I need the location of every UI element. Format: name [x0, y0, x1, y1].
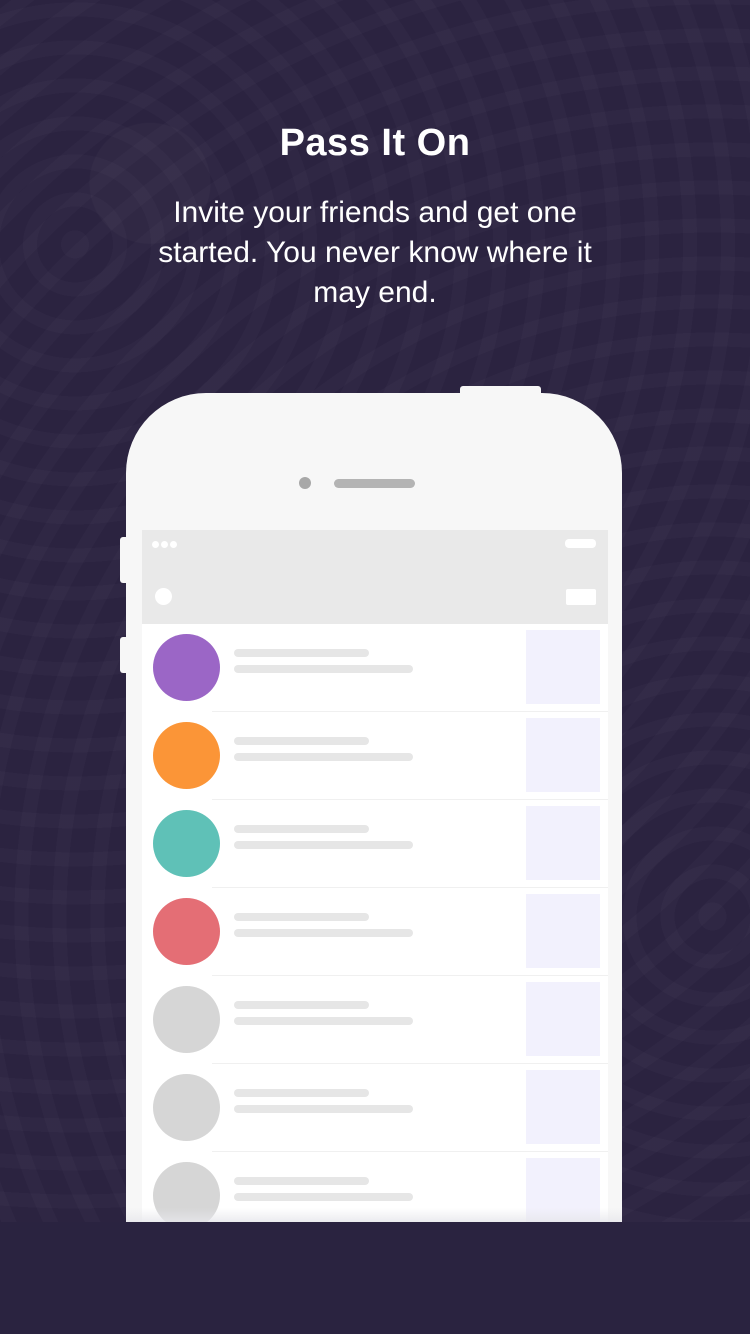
- avatar: [153, 1074, 220, 1141]
- phone-bottom-fade: [126, 1208, 622, 1222]
- nav-bar: [142, 560, 608, 624]
- page-title: Pass It On: [279, 122, 471, 164]
- nav-action-icon: [566, 589, 596, 605]
- list-item: [142, 1064, 608, 1152]
- list-item: [142, 888, 608, 976]
- thumbnail-placeholder: [526, 630, 600, 704]
- phone-screen: [142, 530, 608, 1222]
- thumbnail-placeholder: [526, 982, 600, 1056]
- list-item: [142, 800, 608, 888]
- thumbnail-placeholder: [526, 806, 600, 880]
- battery-icon: [565, 539, 596, 548]
- placeholder-title-line: [234, 737, 369, 745]
- bottom-band: [0, 1222, 750, 1334]
- placeholder-subtitle-line: [234, 1105, 413, 1113]
- placeholder-title-line: [234, 913, 369, 921]
- camera-icon: [299, 477, 311, 489]
- status-bar: [142, 530, 608, 560]
- placeholder-title-line: [234, 1089, 369, 1097]
- placeholder-title-line: [234, 1001, 369, 1009]
- placeholder-title-line: [234, 825, 369, 833]
- placeholder-title-line: [234, 649, 369, 657]
- placeholder-subtitle-line: [234, 753, 413, 761]
- page-subtitle: Invite your friends and get one started.…: [158, 196, 592, 309]
- speaker-grille: [334, 479, 415, 488]
- placeholder-subtitle-line: [234, 1017, 413, 1025]
- avatar: [153, 898, 220, 965]
- placeholder-subtitle-line: [234, 665, 413, 673]
- placeholder-subtitle-line: [234, 841, 413, 849]
- conversation-list: [142, 624, 608, 1222]
- thumbnail-placeholder: [526, 718, 600, 792]
- list-item: [142, 712, 608, 800]
- avatar: [153, 722, 220, 789]
- placeholder-subtitle-line: [234, 1193, 413, 1201]
- signal-icon: [152, 541, 177, 548]
- list-item: [142, 976, 608, 1064]
- phone-mockup: [126, 393, 622, 1222]
- placeholder-title-line: [234, 1177, 369, 1185]
- thumbnail-placeholder: [526, 894, 600, 968]
- avatar: [153, 810, 220, 877]
- list-item: [142, 624, 608, 712]
- avatar: [153, 634, 220, 701]
- nav-profile-icon: [155, 588, 172, 605]
- thumbnail-placeholder: [526, 1070, 600, 1144]
- avatar: [153, 986, 220, 1053]
- placeholder-subtitle-line: [234, 929, 413, 937]
